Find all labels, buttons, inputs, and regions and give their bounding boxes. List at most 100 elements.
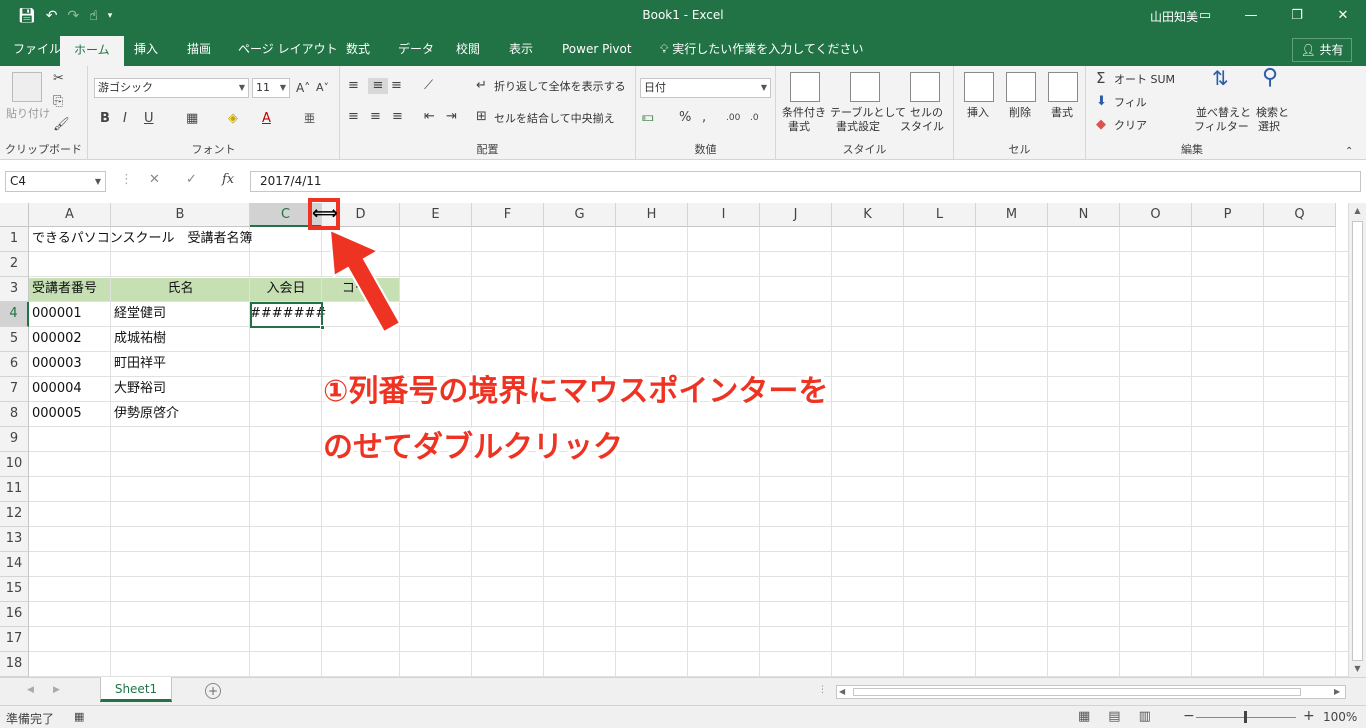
tab-data[interactable]: データ xyxy=(398,39,434,66)
tab-file[interactable]: ファイル xyxy=(13,39,61,66)
merge-center-icon[interactable]: ⊞ xyxy=(476,109,487,125)
row-header-5[interactable]: 5 xyxy=(0,327,29,352)
tab-page-layout[interactable]: ページ レイアウト xyxy=(238,39,338,66)
cell-a1[interactable]: できるパソコンスクール 受講者名簿 xyxy=(29,227,252,252)
row-header-3[interactable]: 3 xyxy=(0,277,29,302)
prev-sheet-icon[interactable]: ◀ xyxy=(27,685,34,695)
conditional-format-line1[interactable]: 条件付き xyxy=(782,106,826,120)
italic-button[interactable]: I xyxy=(123,111,127,127)
cell-styles-icon[interactable] xyxy=(910,72,940,102)
paste-icon[interactable] xyxy=(12,72,42,102)
tab-formulas[interactable]: 数式 xyxy=(346,39,370,66)
column-header-g[interactable]: G xyxy=(544,203,616,227)
align-middle-icon[interactable]: ≡ xyxy=(368,78,388,94)
orientation-icon[interactable]: ⟋ xyxy=(424,78,433,94)
format-as-table-line2[interactable]: 書式設定 xyxy=(836,120,880,134)
normal-view-icon[interactable]: ▦ xyxy=(1078,709,1090,724)
font-color-icon[interactable]: A xyxy=(262,111,271,127)
row-header-8[interactable]: 8 xyxy=(0,402,29,427)
row-header-16[interactable]: 16 xyxy=(0,602,29,627)
delete-cells-icon[interactable] xyxy=(1006,72,1036,102)
row-header-10[interactable]: 10 xyxy=(0,452,29,477)
wrap-text-button[interactable]: 折り返して全体を表示する xyxy=(494,80,626,94)
phonetic-icon[interactable]: 亜 xyxy=(304,111,315,127)
fill-color-icon[interactable]: ◈ xyxy=(228,111,238,127)
column-header-h[interactable]: H xyxy=(616,203,688,227)
collapse-ribbon-icon[interactable]: ⌃ xyxy=(1345,144,1353,160)
decrease-indent-icon[interactable]: ⇤ xyxy=(424,109,435,125)
zoom-out-icon[interactable]: − xyxy=(1183,708,1195,724)
vertical-scrollbar[interactable]: ▲ ▼ xyxy=(1348,203,1366,677)
cell-styles-line1[interactable]: セルの xyxy=(910,106,943,120)
align-center-icon[interactable]: ≡ xyxy=(370,109,381,125)
row-header-13[interactable]: 13 xyxy=(0,527,29,552)
align-right-icon[interactable]: ≡ xyxy=(392,109,403,125)
scroll-down-icon[interactable]: ▼ xyxy=(1349,664,1366,673)
align-top-icon[interactable]: ≡ xyxy=(348,78,359,94)
autosum-button[interactable]: オート SUM xyxy=(1114,73,1175,87)
delete-cells-label[interactable]: 削除 xyxy=(1009,106,1031,120)
format-as-table-line1[interactable]: テーブルとして xyxy=(830,106,906,120)
column-header-j[interactable]: J xyxy=(760,203,832,227)
fill-down-icon[interactable]: ⬇ xyxy=(1096,94,1107,110)
autosum-icon[interactable]: Σ xyxy=(1096,70,1105,86)
cell-b6[interactable]: 町田祥平 xyxy=(111,352,166,377)
column-header-i[interactable]: I xyxy=(688,203,760,227)
formula-input[interactable]: 2017/4/11 xyxy=(250,171,1361,192)
row-header-9[interactable]: 9 xyxy=(0,427,29,452)
tab-view[interactable]: 表示 xyxy=(509,39,533,66)
horizontal-scroll-thumb[interactable] xyxy=(853,688,1301,696)
format-cells-icon[interactable] xyxy=(1048,72,1078,102)
new-sheet-icon[interactable]: + xyxy=(205,683,221,699)
column-header-m[interactable]: M xyxy=(976,203,1048,227)
tab-insert[interactable]: 挿入 xyxy=(134,39,158,66)
cell-a4[interactable]: 000001 xyxy=(29,302,82,327)
ribbon-display-icon[interactable]: ▭ xyxy=(1182,0,1228,32)
increase-decimal-icon[interactable]: .00 xyxy=(726,110,740,126)
tab-power-pivot[interactable]: Power Pivot xyxy=(562,39,632,66)
clear-button[interactable]: クリア xyxy=(1114,119,1147,133)
insert-function-icon[interactable]: fx xyxy=(222,172,234,187)
select-all-corner[interactable] xyxy=(0,203,29,227)
insert-cells-icon[interactable] xyxy=(964,72,994,102)
column-header-p[interactable]: P xyxy=(1192,203,1264,227)
column-header-f[interactable]: F xyxy=(472,203,544,227)
row-header-7[interactable]: 7 xyxy=(0,377,29,402)
row-header-14[interactable]: 14 xyxy=(0,552,29,577)
align-left-icon[interactable]: ≡ xyxy=(348,109,359,125)
scroll-left-icon[interactable]: ◀ xyxy=(839,687,845,696)
cut-icon[interactable]: ✂ xyxy=(53,71,64,87)
row-header-12[interactable]: 12 xyxy=(0,502,29,527)
sheet-tab-sheet1[interactable]: Sheet1 xyxy=(100,677,172,702)
scroll-up-icon[interactable]: ▲ xyxy=(1349,206,1366,215)
scroll-right-icon[interactable]: ▶ xyxy=(1334,687,1340,696)
underline-button[interactable]: U xyxy=(144,111,154,127)
column-header-n[interactable]: N xyxy=(1048,203,1120,227)
currency-icon[interactable]: 💵︎ xyxy=(642,110,654,126)
column-header-k[interactable]: K xyxy=(832,203,904,227)
column-header-l[interactable]: L xyxy=(904,203,976,227)
enter-icon[interactable]: ✓ xyxy=(186,172,197,187)
tell-me-search[interactable]: 💡︎ 実行したい作業を入力してください xyxy=(660,39,864,66)
row-header-4[interactable]: 4 xyxy=(0,302,29,327)
copy-icon[interactable]: ⎘ xyxy=(53,94,63,110)
sort-filter-line1[interactable]: 並べ替えと xyxy=(1196,106,1251,120)
cell-b8[interactable]: 伊勢原啓介 xyxy=(111,402,179,427)
cell-a5[interactable]: 000002 xyxy=(29,327,82,352)
row-header-11[interactable]: 11 xyxy=(0,477,29,502)
cell-a8[interactable]: 000005 xyxy=(29,402,82,427)
spreadsheet-grid[interactable]: ABCDEFGHIJKLMNOPQ 1 2 3 4 5 6 7 8 9 10 11 12 13 14 15 1… xyxy=(0,203,1348,677)
font-name-select[interactable]: 游ゴシック ▼ xyxy=(94,78,249,98)
find-select-line2[interactable]: 選択 xyxy=(1258,120,1280,134)
zoom-slider-thumb[interactable] xyxy=(1244,711,1247,723)
decrease-decimal-icon[interactable]: .0 xyxy=(750,110,759,126)
bold-button[interactable]: B xyxy=(100,111,110,127)
row-header-15[interactable]: 15 xyxy=(0,577,29,602)
column-header-o[interactable]: O xyxy=(1120,203,1192,227)
tab-split-icon[interactable]: ⋮ xyxy=(818,685,827,695)
comma-style-icon[interactable]: , xyxy=(702,110,706,126)
row-header-6[interactable]: 6 xyxy=(0,352,29,377)
column-header-a[interactable]: A xyxy=(29,203,111,227)
cell-a6[interactable]: 000003 xyxy=(29,352,82,377)
cell-styles-line2[interactable]: スタイル xyxy=(900,120,944,134)
